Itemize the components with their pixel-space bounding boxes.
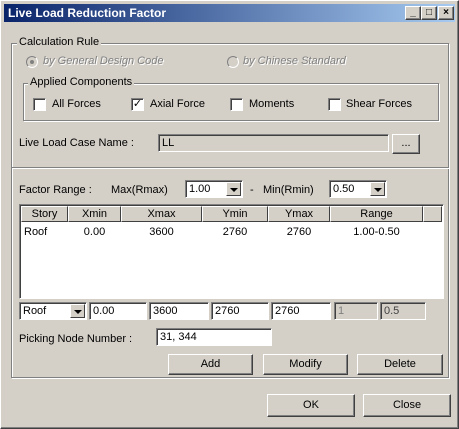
minimize-icon[interactable]: _ xyxy=(405,6,421,20)
ok-button[interactable]: OK xyxy=(267,394,355,417)
radio-general-label: by General Design Code xyxy=(43,55,164,67)
applied-components-legend: Applied Components xyxy=(28,76,135,88)
max-select[interactable]: 1.00 xyxy=(185,180,243,198)
window-title: Live Load Reduction Factor xyxy=(8,6,167,20)
calc-rule-legend: Calculation Rule xyxy=(17,36,102,48)
check-icon: ✓ xyxy=(132,98,143,110)
moments-label: Moments xyxy=(249,98,295,110)
close-button[interactable]: Close xyxy=(363,394,451,417)
live-load-reduction-dialog: Live Load Reduction Factor _ □ × Calcula… xyxy=(0,0,459,429)
all-forces-label: All Forces xyxy=(52,98,101,110)
chevron-down-icon[interactable] xyxy=(226,182,241,196)
chevron-down-icon[interactable] xyxy=(70,304,85,318)
cell-xmin: 0.00 xyxy=(83,226,106,238)
close-icon[interactable]: × xyxy=(438,6,454,20)
header-ymin[interactable]: Ymin xyxy=(202,206,268,222)
ymax-field[interactable]: 2760 xyxy=(271,302,331,320)
moments-checkbox[interactable] xyxy=(230,98,243,111)
xmax-field[interactable]: 3600 xyxy=(149,302,209,320)
add-button[interactable]: Add xyxy=(168,354,253,375)
header-xmin[interactable]: Xmin xyxy=(68,206,121,222)
picking-node-field[interactable]: 31, 344 xyxy=(156,328,272,346)
shear-forces-checkbox[interactable] xyxy=(328,98,341,111)
header-xmax[interactable]: Xmax xyxy=(121,206,202,222)
cell-ymax: 2760 xyxy=(286,226,312,238)
title-bar: Live Load Reduction Factor _ □ × xyxy=(4,4,455,22)
rmax-readonly: 1 xyxy=(334,302,378,320)
max-label: Max(Rmax) xyxy=(111,184,168,196)
chevron-down-icon[interactable] xyxy=(370,182,385,196)
load-case-field[interactable]: LL xyxy=(158,134,389,152)
range-table[interactable]: Story Xmin Xmax Ymin Ymax Range Roof 0.0… xyxy=(19,204,444,299)
shear-forces-label: Shear Forces xyxy=(346,98,413,110)
min-value: 0.50 xyxy=(333,183,355,195)
load-case-label: Live Load Case Name : xyxy=(19,137,134,149)
header-story[interactable]: Story xyxy=(21,206,68,222)
cell-xmax: 3600 xyxy=(149,226,174,238)
xmin-field[interactable]: 0.00 xyxy=(89,302,147,320)
cell-ymin: 2760 xyxy=(222,226,248,238)
radio-chinese-standard[interactable] xyxy=(227,56,239,68)
header-ymax[interactable]: Ymax xyxy=(268,206,330,222)
header-filler xyxy=(423,206,442,222)
ymin-field[interactable]: 2760 xyxy=(211,302,269,320)
radio-chinese-label: by Chinese Standard xyxy=(243,55,346,67)
all-forces-checkbox[interactable] xyxy=(33,98,46,111)
min-label: Min(Rmin) xyxy=(263,184,314,196)
rmin-readonly: 0.5 xyxy=(380,302,426,320)
browse-load-case-button[interactable]: ... xyxy=(392,134,420,154)
max-value: 1.00 xyxy=(189,183,211,195)
modify-button[interactable]: Modify xyxy=(263,354,348,375)
story-select[interactable]: Roof xyxy=(19,302,87,320)
axial-force-label: Axial Force xyxy=(150,98,206,110)
axial-force-checkbox[interactable]: ✓ xyxy=(131,98,144,111)
radio-general-design-code[interactable] xyxy=(26,56,38,68)
story-value: Roof xyxy=(23,305,47,317)
range-dash: - xyxy=(250,184,254,196)
maximize-icon[interactable]: □ xyxy=(421,6,437,20)
delete-button[interactable]: Delete xyxy=(357,354,443,375)
header-range[interactable]: Range xyxy=(330,206,423,222)
factor-range-label: Factor Range : xyxy=(19,184,92,196)
cell-story: Roof xyxy=(24,226,48,238)
divider xyxy=(12,167,449,169)
min-select[interactable]: 0.50 xyxy=(329,180,387,198)
picking-node-label: Picking Node Number : xyxy=(19,333,133,345)
cell-range: 1.00-0.50 xyxy=(353,226,400,238)
